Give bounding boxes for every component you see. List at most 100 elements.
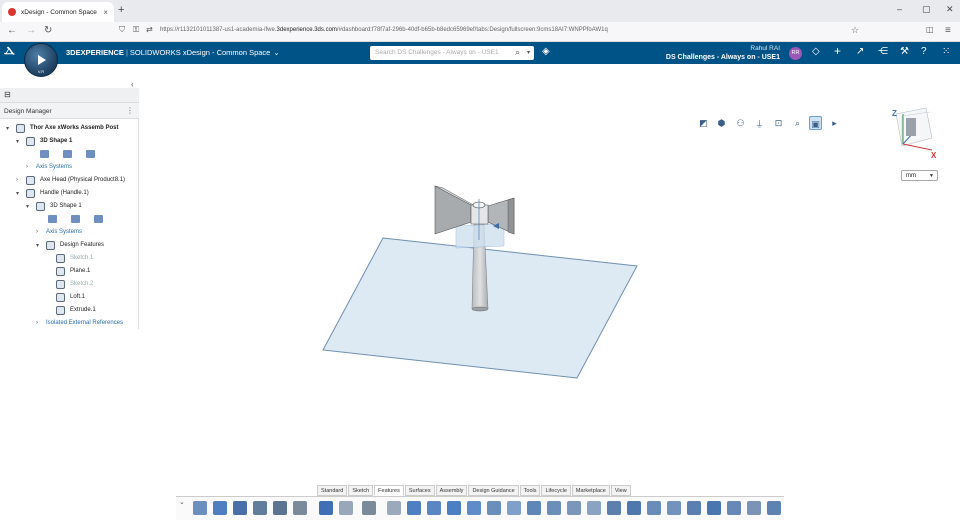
expand-toggle-icon[interactable]: ▾ [36,242,39,249]
tree-item[interactable]: Sketch.1 [0,254,139,266]
action-bar-chevron-icon[interactable]: ⌄ [179,498,185,506]
draft-icon[interactable] [567,501,581,515]
address-bar[interactable]: https://r1132101011387-us1-academia-ifwe… [160,27,608,33]
collapse-toggle-icon[interactable]: › [16,177,18,183]
units-select[interactable]: mm ▼ [901,170,938,181]
back-arrow-icon[interactable]: ← [7,25,17,36]
tree-item[interactable]: Plane.1 [0,267,139,279]
reload-icon[interactable]: ↻ [44,25,52,36]
delete-body-icon[interactable] [747,501,761,515]
site-settings-icon[interactable]: ⇄ [146,25,153,34]
pocket-icon[interactable]: ◫ [926,25,934,34]
tree-item[interactable]: › Axe Head (Physical Product8.1) [0,176,139,188]
minimize-window-button[interactable]: – [897,4,902,14]
scale-icon[interactable] [727,501,741,515]
extrude-icon[interactable] [407,501,421,515]
axis-frame-icon[interactable] [94,215,103,223]
tree-item[interactable]: ▾ 3D Shape 1 [0,202,139,214]
combine-icon[interactable] [687,501,701,515]
assembly-icon[interactable] [253,501,267,515]
collapse-toggle-icon[interactable]: › [26,164,28,170]
tree-item[interactable]: Sketch.2 [0,280,139,292]
box-icon[interactable] [387,501,401,515]
compass-widget[interactable]: V.R [24,43,58,77]
panel-menu-icon[interactable]: ⋮ [126,106,134,115]
tag-icon[interactable]: ◈ [542,46,550,57]
undo-icon[interactable] [319,501,333,515]
expand-toggle-icon[interactable]: ▾ [16,138,19,145]
split-icon[interactable] [667,501,681,515]
redo-icon[interactable] [339,501,353,515]
tab-design-guidance[interactable]: Design Guidance [468,485,519,496]
close-tab-icon[interactable]: × [103,8,108,17]
rib-icon[interactable] [587,501,601,515]
close-window-button[interactable]: ✕ [946,4,954,15]
lock-icon[interactable]: ⚿ [133,25,139,35]
view-manager-icon[interactable]: ⚇ [734,116,747,130]
network-share-icon[interactable]: ⋲ [878,46,888,57]
tab-lifecycle[interactable]: Lifecycle [541,485,571,496]
sweep-icon[interactable] [447,501,461,515]
search-input[interactable]: Search DS Challenges - Always on - USE1 … [370,46,534,60]
tree-item[interactable]: ▾ Design Features [0,241,139,253]
tree-item[interactable]: ▾ Handle (Handle.1) [0,189,139,201]
apps-tools-icon[interactable]: ⚒ [900,46,909,57]
tree-item[interactable]: ▾ 3D Shape 1 [0,137,139,149]
tree-item[interactable]: › Isolated External References [0,319,139,331]
loft-icon[interactable] [467,501,481,515]
tree-item[interactable]: › Axis Systems [0,228,139,240]
expand-toggle-icon[interactable]: ▾ [26,203,29,210]
chat-tag-icon[interactable]: ◇ [812,46,820,57]
app-title[interactable]: 3DEXPERIENCE | SOLIDWORKS xDesign - Common… [66,48,280,57]
save-icon[interactable] [193,501,207,515]
appearance-icon[interactable]: ▣ [809,116,822,130]
mirror-icon[interactable] [647,501,661,515]
maximize-window-button[interactable]: ▢ [922,4,931,15]
tab-view[interactable]: View [610,485,631,496]
ds-logo-icon[interactable]: Ⲇ [4,45,15,58]
help-icon[interactable]: ? [921,46,927,57]
axis-frame-icon[interactable] [86,150,95,158]
save-all-icon[interactable] [233,501,247,515]
options-icon[interactable] [293,501,307,515]
search-icon[interactable]: ⌕ [515,47,520,58]
shell-icon[interactable] [507,501,521,515]
tab-marketplace[interactable]: Marketplace [571,485,610,496]
save-as-icon[interactable] [213,501,227,515]
expand-toggle-icon[interactable]: ▾ [6,125,9,132]
more-view-options-icon[interactable]: ▸ [828,116,841,130]
tab-standard[interactable]: Standard [317,485,348,496]
shield-icon[interactable]: ⛉ [119,25,125,35]
handle-bottom-face[interactable] [471,306,489,312]
search-scope-chevron-icon[interactable]: ▾ [527,49,530,56]
tab-surfaces[interactable]: Surfaces [404,485,435,496]
move-icon[interactable] [707,501,721,515]
thicken-icon[interactable] [607,501,621,515]
tree-view-icon[interactable]: ⊟ [4,90,11,99]
fillet-icon[interactable] [527,501,541,515]
zoom-fit-icon[interactable]: ⊡ [772,116,785,130]
bookmark-star-icon[interactable]: ☆ [851,25,859,36]
zoom-icon[interactable]: ⌕ [791,116,804,130]
origin-icon[interactable] [40,150,49,158]
display-style-icon[interactable]: ⬢ [715,116,728,130]
tab-sketch[interactable]: Sketch [348,485,374,496]
properties-icon[interactable] [273,501,287,515]
tree-item[interactable]: ▾ Thor Axe xWorks Assemb Post [0,124,139,136]
view-orientation-icon[interactable]: ◩ [697,116,710,130]
expand-toggle-icon[interactable]: ▾ [16,190,19,197]
more-features-icon[interactable] [767,501,781,515]
user-info[interactable]: Rahul RAI DS Challenges - Always on - US… [640,44,780,62]
navigation-cube[interactable]: Z X [890,104,938,160]
avatar[interactable]: RR [789,47,802,60]
axis-plane-icon[interactable] [71,215,80,223]
collapse-toggle-icon[interactable]: › [36,320,38,326]
origin-icon[interactable] [48,215,57,223]
revolve-icon[interactable] [427,501,441,515]
axe-blade-right-side[interactable] [507,197,515,235]
help-icon[interactable] [362,501,376,515]
grid-apps-icon[interactable]: ⁙ [942,46,950,57]
browser-menu-icon[interactable]: ≡ [945,25,951,36]
chamfer-icon[interactable] [547,501,561,515]
tab-assembly[interactable]: Assembly [435,485,468,496]
